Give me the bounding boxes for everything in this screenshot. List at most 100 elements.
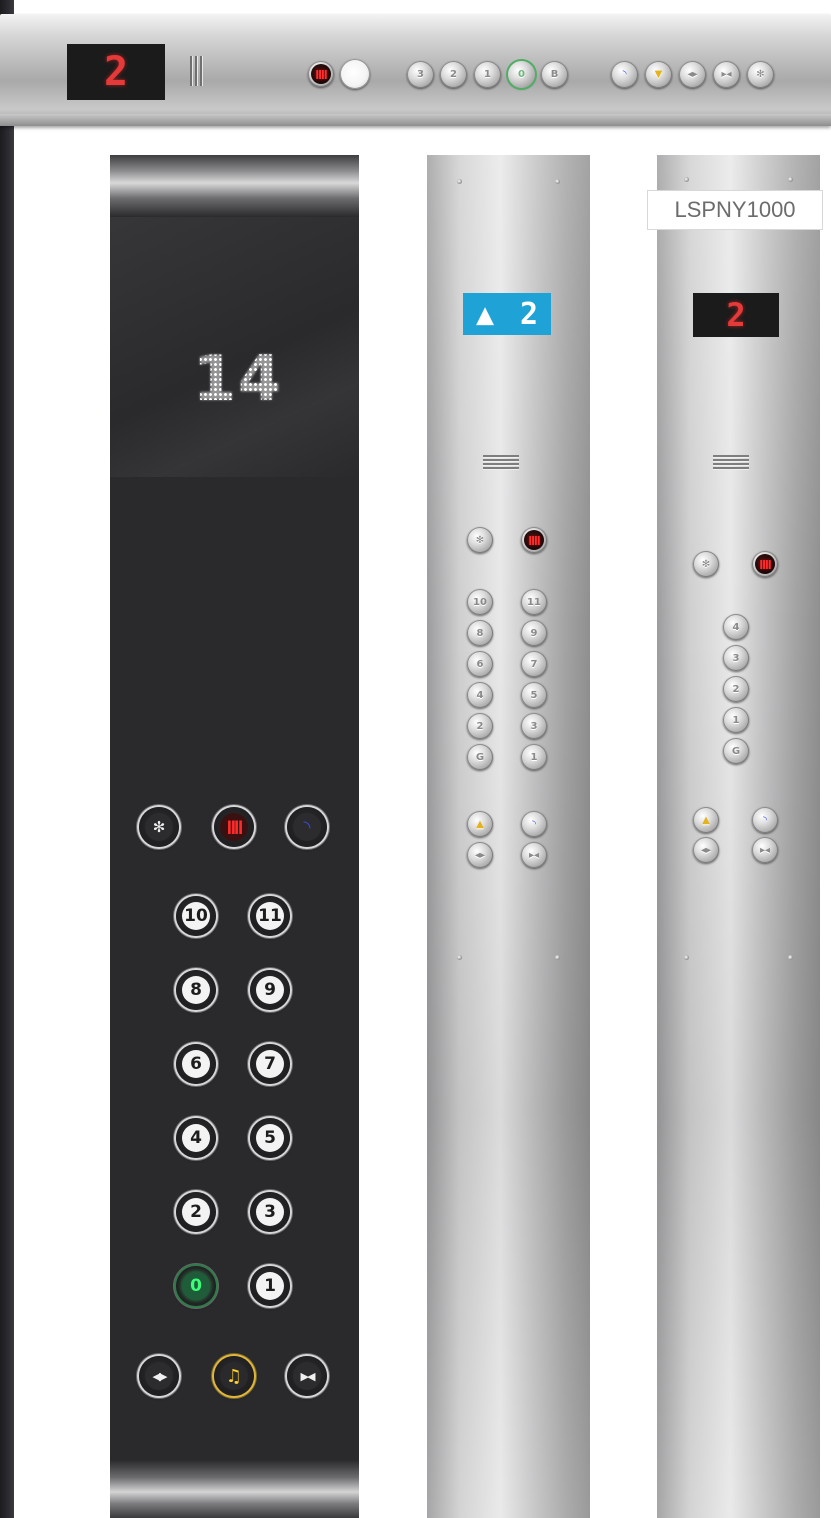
phone-button[interactable]: ◝ — [752, 807, 778, 833]
floor-button-0[interactable]: 0 — [508, 61, 535, 88]
alarm-button[interactable]: ǁǁ — [214, 807, 254, 847]
floor-indicator-value: 2 — [726, 296, 746, 334]
door-open-icon: ◂▸ — [474, 849, 486, 861]
dot-matrix-floor-value: 14 — [192, 341, 284, 415]
speaker-grille — [190, 56, 202, 86]
door-close-button[interactable]: ▶◀ — [287, 1356, 327, 1396]
panel-bottom-cap — [110, 1460, 359, 1518]
door-close-button[interactable]: ▸◂ — [713, 61, 740, 88]
door-open-button[interactable]: ◂▸ — [693, 837, 719, 863]
floor-button-3[interactable]: 3 — [723, 645, 749, 671]
floor-indicator-value: 2 — [103, 49, 129, 95]
floor-button-2[interactable]: 2 — [176, 1192, 216, 1232]
door-open-button[interactable]: ◂▸ — [679, 61, 706, 88]
alarm-bell-button[interactable]: ♫ — [214, 1356, 254, 1396]
floor-button-5[interactable]: 5 — [521, 682, 547, 708]
screw — [555, 179, 560, 184]
bell-icon: ▼ — [654, 69, 663, 80]
floor-button-10[interactable]: 10 — [176, 896, 216, 936]
floor-button-3[interactable]: 3 — [250, 1192, 290, 1232]
lcd-floor-value: 2 — [519, 296, 539, 332]
door-open-button[interactable]: ◂▸ — [467, 842, 493, 868]
fan-button[interactable]: ✻ — [139, 807, 179, 847]
bell-icon: ♫ — [220, 1362, 248, 1390]
door-close-button[interactable]: ▸◂ — [752, 837, 778, 863]
wall-edge — [0, 0, 14, 1518]
alarm-icon: ǁǁ — [528, 534, 540, 546]
phone-button[interactable]: ◝ — [521, 811, 547, 837]
floor-button-9[interactable]: 9 — [521, 620, 547, 646]
floor-button-1[interactable]: 1 — [521, 744, 547, 770]
floor-button-3[interactable]: 3 — [521, 713, 547, 739]
emergency-light-button[interactable] — [340, 59, 370, 89]
door-close-icon: ▸◂ — [528, 849, 540, 861]
floor-button-4[interactable]: 4 — [467, 682, 493, 708]
phone-icon: ◝ — [763, 814, 767, 826]
door-close-icon: ▸◂ — [721, 69, 732, 80]
floor-button-7[interactable]: 7 — [521, 651, 547, 677]
phone-icon: ◝ — [622, 69, 627, 80]
alarm-button[interactable]: ǁǁ — [752, 551, 778, 577]
door-open-icon: ◂▸ — [687, 69, 698, 80]
fan-button[interactable]: ✻ — [467, 527, 493, 553]
floor-button-8[interactable]: 8 — [467, 620, 493, 646]
floor-button-6[interactable]: 6 — [467, 651, 493, 677]
phone-icon: ◝ — [532, 818, 536, 830]
alarm-bell-button[interactable]: ▲ — [693, 807, 719, 833]
floor-button-b[interactable]: B — [541, 61, 568, 88]
screw — [788, 177, 793, 182]
door-open-button[interactable]: ◀▶ — [139, 1356, 179, 1396]
bell-icon: ▲ — [702, 814, 710, 826]
floor-button-1[interactable]: 1 — [250, 1266, 290, 1306]
floor-button-g[interactable]: G — [723, 738, 749, 764]
alarm-bell-button[interactable]: ▼ — [645, 61, 672, 88]
alarm-icon: ǁǁ — [315, 68, 327, 80]
floor-button-2[interactable]: 2 — [723, 676, 749, 702]
floor-button-4[interactable]: 4 — [723, 614, 749, 640]
phone-button[interactable]: ◝ — [611, 61, 638, 88]
phone-icon: ◝ — [293, 813, 321, 841]
floor-button-6[interactable]: 6 — [176, 1044, 216, 1084]
floor-button-2[interactable]: 2 — [467, 713, 493, 739]
door-close-button[interactable]: ▸◂ — [521, 842, 547, 868]
fan-button[interactable]: ✻ — [747, 61, 774, 88]
screw — [684, 177, 689, 182]
floor-button-7[interactable]: 7 — [250, 1044, 290, 1084]
floor-button-2[interactable]: 2 — [440, 61, 467, 88]
floor-button-8[interactable]: 8 — [176, 970, 216, 1010]
black-glass-panel: 14 ✻ ǁǁ ◝ 10 11 8 9 6 7 4 5 2 3 0 1 ◀▶ ♫… — [110, 155, 359, 1518]
alarm-icon: ǁǁ — [759, 558, 771, 570]
floor-button-4[interactable]: 4 — [176, 1118, 216, 1158]
screw — [684, 955, 689, 960]
lcd-floor-display: ▲ 2 — [463, 293, 551, 335]
model-label-text: LSPNY1000 — [674, 197, 796, 222]
floor-button-g[interactable]: G — [467, 744, 493, 770]
steel-panel-blue-display: ▲ 2 ✻ ǁǁ 10 11 8 9 6 7 4 5 2 3 G 1 ▲ ◝ ◂… — [427, 155, 590, 1518]
door-open-icon: ◀▶ — [145, 1362, 173, 1390]
screw — [555, 955, 560, 960]
up-arrow-icon: ▲ — [475, 296, 495, 332]
floor-button-9[interactable]: 9 — [250, 970, 290, 1010]
floor-button-5[interactable]: 5 — [250, 1118, 290, 1158]
alarm-button[interactable]: ǁǁ — [308, 61, 334, 87]
floor-button-11[interactable]: 11 — [521, 589, 547, 615]
alarm-button[interactable]: ǁǁ — [521, 527, 547, 553]
floor-button-1[interactable]: 1 — [474, 61, 501, 88]
fan-button[interactable]: ✻ — [693, 551, 719, 577]
speaker-grille — [483, 455, 519, 469]
dot-matrix-floor-display: 14 — [193, 342, 281, 415]
alarm-bell-button[interactable]: ▲ — [467, 811, 493, 837]
floor-indicator-display: 2 — [67, 44, 165, 100]
door-close-icon: ▸◂ — [759, 844, 771, 856]
floor-button-11[interactable]: 11 — [250, 896, 290, 936]
fan-icon: ✻ — [475, 534, 485, 546]
floor-button-1[interactable]: 1 — [723, 707, 749, 733]
floor-indicator-display: 2 — [693, 293, 779, 337]
floor-button-10[interactable]: 10 — [467, 589, 493, 615]
speaker-grille — [713, 455, 749, 469]
floor-button-3[interactable]: 3 — [407, 61, 434, 88]
floor-button-0[interactable]: 0 — [176, 1266, 216, 1306]
door-open-icon: ◂▸ — [700, 844, 712, 856]
phone-button[interactable]: ◝ — [287, 807, 327, 847]
screw — [457, 955, 462, 960]
